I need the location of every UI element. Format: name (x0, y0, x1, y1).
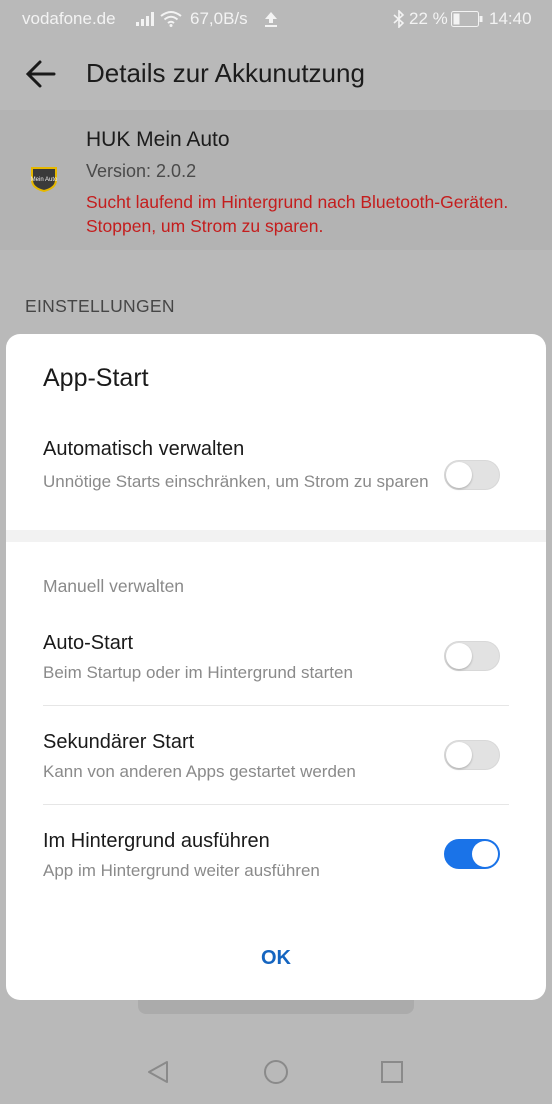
secondary-start-title: Sekundärer Start (43, 731, 195, 753)
auto-manage-subtitle: Unnötige Starts einschränken, um Strom z… (43, 472, 429, 491)
status-bar: vodafone.de 67,0B/s 22 % 14:40 (0, 0, 552, 38)
toggle-knob (446, 742, 472, 768)
background-run-subtitle: App im Hintergrund weiter ausführen (43, 861, 320, 880)
nav-back-icon[interactable] (140, 1054, 176, 1090)
manual-manage-label: Manuell verwalten (43, 576, 185, 596)
battery-warning[interactable]: Sucht laufend im Hintergrund nach Blueto… (86, 190, 536, 238)
auto-start-toggle[interactable] (444, 641, 500, 671)
back-arrow-icon[interactable] (24, 56, 60, 92)
network-speed: 67,0B/s (190, 9, 248, 28)
battery-percent: 22 % (409, 9, 448, 28)
app-info-card: Mein Auto HUK Mein Auto Version: 2.0.2 S… (0, 110, 552, 250)
settings-section-label: EINSTELLUNGEN (25, 296, 175, 316)
navigation-bar (0, 1038, 552, 1104)
secondary-start-subtitle: Kann von anderen Apps gestartet werden (43, 762, 356, 781)
nav-recents-icon[interactable] (374, 1054, 410, 1090)
clock: 14:40 (489, 9, 532, 28)
app-logo-text: Mein Auto (31, 177, 58, 183)
toggle-knob (472, 841, 498, 867)
section-separator (6, 530, 546, 542)
battery-icon (451, 11, 483, 27)
background-run-title: Im Hintergrund ausführen (43, 830, 270, 852)
auto-manage-toggle[interactable] (444, 460, 500, 490)
secondary-start-toggle[interactable] (444, 740, 500, 770)
auto-start-title: Auto-Start (43, 632, 134, 654)
upload-icon (265, 12, 277, 27)
signal-icon (136, 12, 154, 26)
toggle-knob (446, 643, 472, 669)
wifi-icon (160, 11, 182, 27)
background-run-toggle[interactable] (444, 839, 500, 869)
app-header: Details zur Akkunutzung (0, 38, 552, 110)
row-divider (43, 804, 509, 805)
ok-button[interactable]: OK (226, 940, 326, 976)
row-divider (43, 705, 509, 706)
auto-start-subtitle: Beim Startup oder im Hintergrund starten (43, 663, 353, 682)
app-name: HUK Mein Auto (86, 128, 230, 151)
auto-manage-title: Automatisch verwalten (43, 438, 245, 460)
carrier-label: vodafone.de (22, 9, 116, 28)
dialog-title: App-Start (43, 364, 149, 392)
toggle-knob (446, 462, 472, 488)
nav-home-icon[interactable] (258, 1054, 294, 1090)
page-title: Details zur Akkunutzung (86, 58, 365, 88)
bluetooth-icon (393, 10, 405, 28)
app-logo-icon: Mein Auto (31, 167, 58, 192)
app-version: Version: 2.0.2 (86, 161, 197, 181)
app-start-dialog: App-Start Automatisch verwalten Unnötige… (6, 334, 546, 1000)
